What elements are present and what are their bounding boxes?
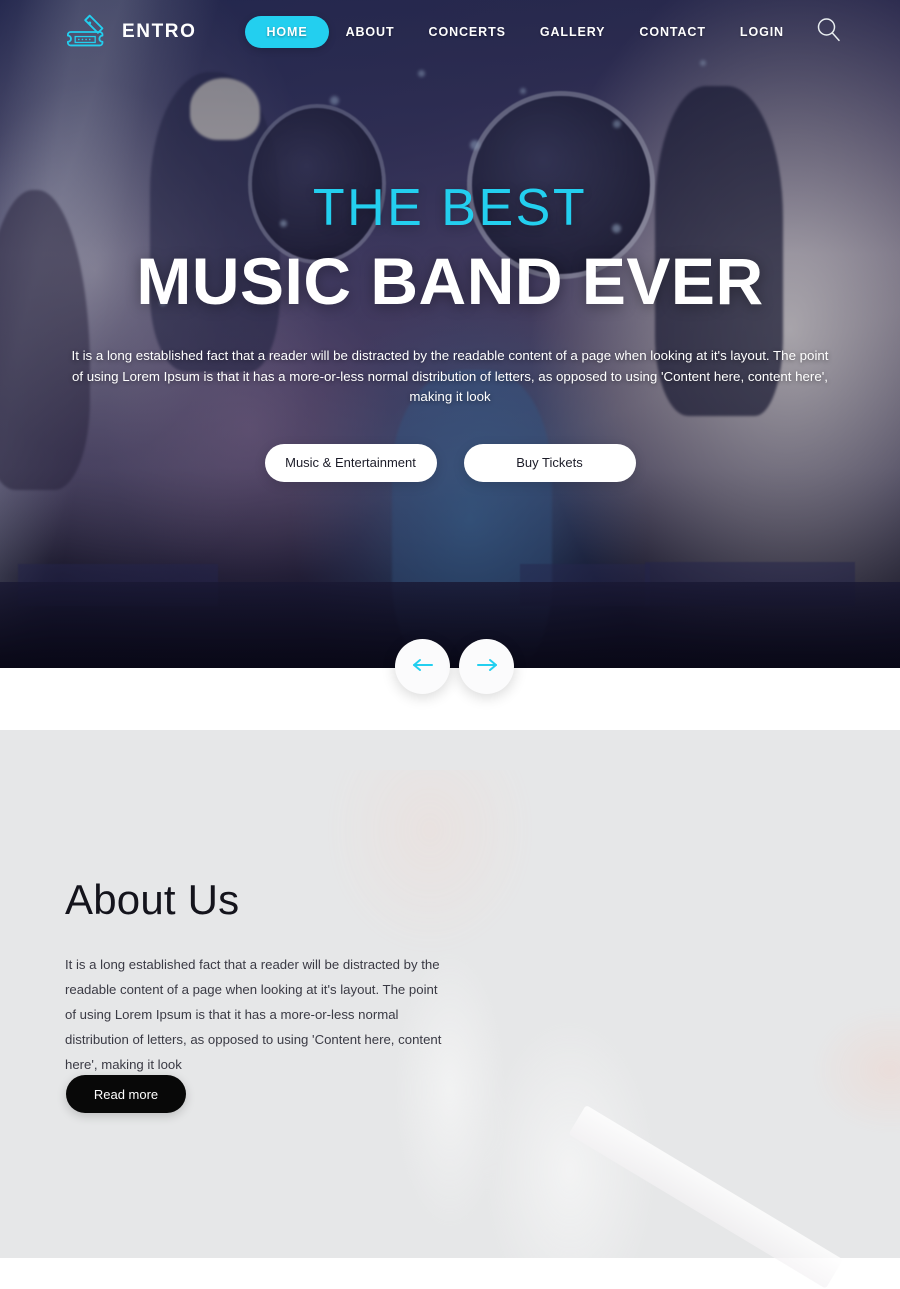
arrow-left-icon (411, 658, 435, 675)
nav-menu: HOME ABOUT CONCERTS GALLERY CONTACT LOGI… (245, 16, 890, 48)
hero-section: ENTRO HOME ABOUT CONCERTS GALLERY CONTAC… (0, 0, 900, 668)
nav-item-login[interactable]: LOGIN (723, 16, 801, 48)
read-more-button[interactable]: Read more (66, 1075, 186, 1113)
arrow-right-icon (475, 658, 499, 675)
slider-navigation (395, 639, 514, 694)
nav-item-home[interactable]: HOME (245, 16, 329, 48)
buy-tickets-button[interactable]: Buy Tickets (463, 443, 636, 482)
navbar: ENTRO HOME ABOUT CONCERTS GALLERY CONTAC… (0, 0, 900, 64)
hero-title-top: THE BEST (312, 179, 588, 237)
about-text: It is a long established fact that a rea… (65, 957, 442, 1072)
nav-item-concerts[interactable]: CONCERTS (412, 16, 523, 48)
music-entertainment-button[interactable]: Music & Entertainment (264, 443, 437, 482)
hero-button-group: Music & Entertainment Buy Tickets (264, 443, 636, 482)
nav-item-about[interactable]: ABOUT (329, 16, 412, 48)
hero-description: It is a long established fact that a rea… (71, 348, 829, 404)
slider-next-button[interactable] (459, 639, 514, 694)
search-icon (815, 16, 842, 48)
brand-logo[interactable]: ENTRO (65, 12, 197, 52)
hero-title-main: MUSIC BAND EVER (136, 244, 764, 318)
search-button[interactable] (815, 16, 842, 48)
ticket-icon (65, 12, 109, 52)
nav-item-gallery[interactable]: GALLERY (523, 16, 623, 48)
nav-item-contact[interactable]: CONTACT (622, 16, 722, 48)
about-section: About Us It is a long established fact t… (0, 730, 900, 1258)
slider-prev-button[interactable] (395, 639, 450, 694)
brand-name: ENTRO (122, 21, 197, 42)
hero-content: THE BEST MUSIC BAND EVER It is a long es… (0, 0, 900, 668)
about-title: About Us (65, 876, 240, 923)
